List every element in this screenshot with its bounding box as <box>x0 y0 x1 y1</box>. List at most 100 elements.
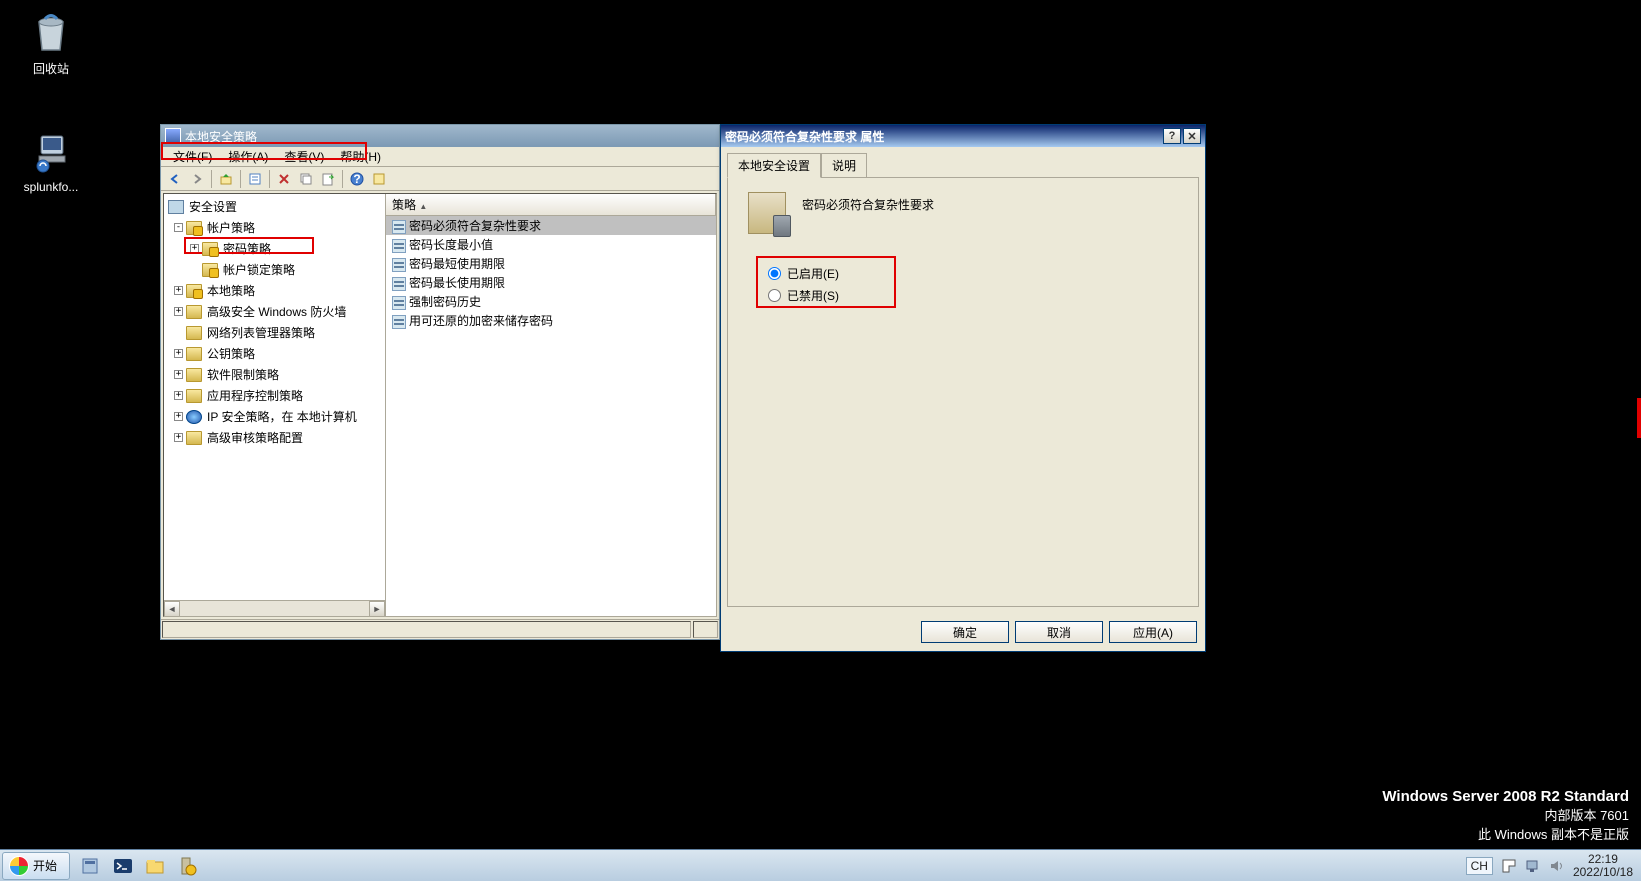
expander-adv-audit[interactable]: + <box>174 433 183 442</box>
delete-button[interactable] <box>274 169 294 189</box>
expander-software-restrict[interactable]: + <box>174 370 183 379</box>
tab-explain[interactable]: 说明 <box>821 153 867 177</box>
splunk-forwarder[interactable]: splunkfo... <box>16 128 86 194</box>
folder-icon <box>202 263 218 277</box>
help-button[interactable]: ? <box>1163 128 1181 144</box>
watermark-genuine: 此 Windows 副本不是正版 <box>1382 824 1629 843</box>
folder-icon <box>186 347 202 361</box>
copy-button[interactable] <box>296 169 316 189</box>
radio-enabled[interactable]: 已启用(E) <box>768 265 839 282</box>
help-button[interactable]: ? <box>347 169 367 189</box>
recycle-bin[interactable]: 回收站 <box>16 8 86 77</box>
server-manager-button[interactable] <box>78 853 104 879</box>
folder-icon <box>186 305 202 319</box>
tree-software-restrict[interactable]: 软件限制策略 <box>205 365 281 384</box>
statusbar <box>161 619 719 639</box>
folder-icon <box>186 326 202 340</box>
tree-account-policy[interactable]: 帐户策略 <box>205 218 257 237</box>
expander-app-control[interactable]: + <box>174 391 183 400</box>
properties-button[interactable] <box>245 169 265 189</box>
apply-button[interactable]: 应用(A) <box>1109 621 1197 643</box>
dialog-titlebar[interactable]: 密码必须符合复杂性要求 属性 ? ✕ <box>721 125 1205 147</box>
tab-strip: 本地安全设置 说明 <box>721 147 1205 177</box>
up-button[interactable] <box>216 169 236 189</box>
list-row-min-age[interactable]: 密码最短使用期限 <box>386 254 716 273</box>
expander-account-policy[interactable]: - <box>174 223 183 232</box>
policy-item-icon <box>392 239 406 253</box>
security-settings-icon <box>168 200 184 214</box>
splunk-label: splunkfo... <box>16 180 86 194</box>
tree-lockout-policy[interactable]: 帐户锁定策略 <box>221 260 297 279</box>
policy-item-icon <box>392 277 406 291</box>
tree-network-list[interactable]: 网络列表管理器策略 <box>205 323 317 342</box>
expander-local-policy[interactable]: + <box>174 286 183 295</box>
expander-public-key[interactable]: + <box>174 349 183 358</box>
start-button[interactable]: 开始 <box>2 852 70 880</box>
clock[interactable]: 22:19 2022/10/18 <box>1573 853 1633 879</box>
back-button[interactable] <box>165 169 185 189</box>
policy-item-icon <box>392 258 406 272</box>
list-row-history[interactable]: 强制密码历史 <box>386 292 716 311</box>
splunk-icon <box>27 128 75 176</box>
quick-launch <box>78 853 200 879</box>
policy-item-icon <box>392 296 406 310</box>
explorer-button[interactable] <box>142 853 168 879</box>
svg-text:?: ? <box>353 172 360 186</box>
list-row-min-length[interactable]: 密码长度最小值 <box>386 235 716 254</box>
column-header-policy[interactable]: 策略 ▲ <box>386 194 716 216</box>
tab-local-security-setting[interactable]: 本地安全设置 <box>727 153 821 178</box>
system-tray: CH 22:19 2022/10/18 <box>1458 853 1641 879</box>
refresh-button[interactable] <box>369 169 389 189</box>
tree-local-policy[interactable]: 本地策略 <box>205 281 257 300</box>
clock-date: 2022/10/18 <box>1573 866 1633 879</box>
powershell-button[interactable] <box>110 853 136 879</box>
watermark-build: 内部版本 7601 <box>1382 805 1629 824</box>
radio-enabled-input[interactable] <box>768 267 781 280</box>
globe-icon <box>186 410 202 424</box>
tree-firewall[interactable]: 高级安全 Windows 防火墙 <box>205 302 348 321</box>
list-row-reversible[interactable]: 用可还原的加密来储存密码 <box>386 311 716 330</box>
radio-group: 已启用(E) 已禁用(S) <box>768 260 839 309</box>
tree-adv-audit[interactable]: 高级审核策略配置 <box>205 428 305 447</box>
folder-icon <box>186 221 202 235</box>
scroll-left-button[interactable]: ◄ <box>164 601 180 616</box>
tree-pane[interactable]: 安全设置 - 帐户策略 + 密码策略 <box>164 194 386 616</box>
scroll-right-button[interactable]: ► <box>369 601 385 616</box>
close-button[interactable]: ✕ <box>1183 128 1201 144</box>
network-icon[interactable] <box>1525 858 1541 874</box>
ok-button[interactable]: 确定 <box>921 621 1009 643</box>
windows-orb-icon <box>9 856 29 876</box>
folder-icon <box>186 368 202 382</box>
clock-time: 22:19 <box>1573 853 1633 866</box>
language-indicator[interactable]: CH <box>1466 857 1493 875</box>
edge-accent <box>1637 398 1641 438</box>
expander-firewall[interactable]: + <box>174 307 183 316</box>
forward-button[interactable] <box>187 169 207 189</box>
list-row-max-age[interactable]: 密码最长使用期限 <box>386 273 716 292</box>
expander-ip-security[interactable]: + <box>174 412 183 421</box>
recycle-bin-label: 回收站 <box>16 60 86 77</box>
radio-disabled-input[interactable] <box>768 289 781 302</box>
action-center-icon[interactable] <box>1501 858 1517 874</box>
cancel-button[interactable]: 取消 <box>1015 621 1103 643</box>
folder-icon <box>202 242 218 256</box>
activation-watermark: Windows Server 2008 R2 Standard 内部版本 760… <box>1382 788 1629 843</box>
policy-name-text: 密码必须符合复杂性要求 <box>802 196 934 213</box>
radio-disabled[interactable]: 已禁用(S) <box>768 287 839 304</box>
tree-public-key[interactable]: 公钥策略 <box>205 344 257 363</box>
dialog-title: 密码必须符合复杂性要求 属性 <box>725 128 1161 145</box>
list-row-complexity[interactable]: 密码必须符合复杂性要求 <box>386 216 716 236</box>
tree-security-settings[interactable]: 安全设置 <box>187 197 239 216</box>
tree-hscrollbar[interactable]: ◄ ► <box>164 600 385 616</box>
local-security-policy-window: 本地安全策略 文件(F) 操作(A) 查看(V) 帮助(H) ? 安全设置 <box>160 124 720 640</box>
export-button[interactable] <box>318 169 338 189</box>
properties-dialog: 密码必须符合复杂性要求 属性 ? ✕ 本地安全设置 说明 密码必须符合复杂性要求… <box>720 124 1206 652</box>
secpol-button[interactable] <box>174 853 200 879</box>
tree-app-control[interactable]: 应用程序控制策略 <box>205 386 305 405</box>
watermark-edition: Windows Server 2008 R2 Standard <box>1382 788 1629 805</box>
volume-icon[interactable] <box>1549 858 1565 874</box>
folder-icon <box>186 431 202 445</box>
recycle-bin-icon <box>27 8 75 56</box>
list-pane[interactable]: 策略 ▲ 密码必须符合复杂性要求 密码长度最小值 密码最短使用期限 密码最长使用… <box>386 194 716 616</box>
tree-ip-security[interactable]: IP 安全策略，在 本地计算机 <box>205 407 359 426</box>
